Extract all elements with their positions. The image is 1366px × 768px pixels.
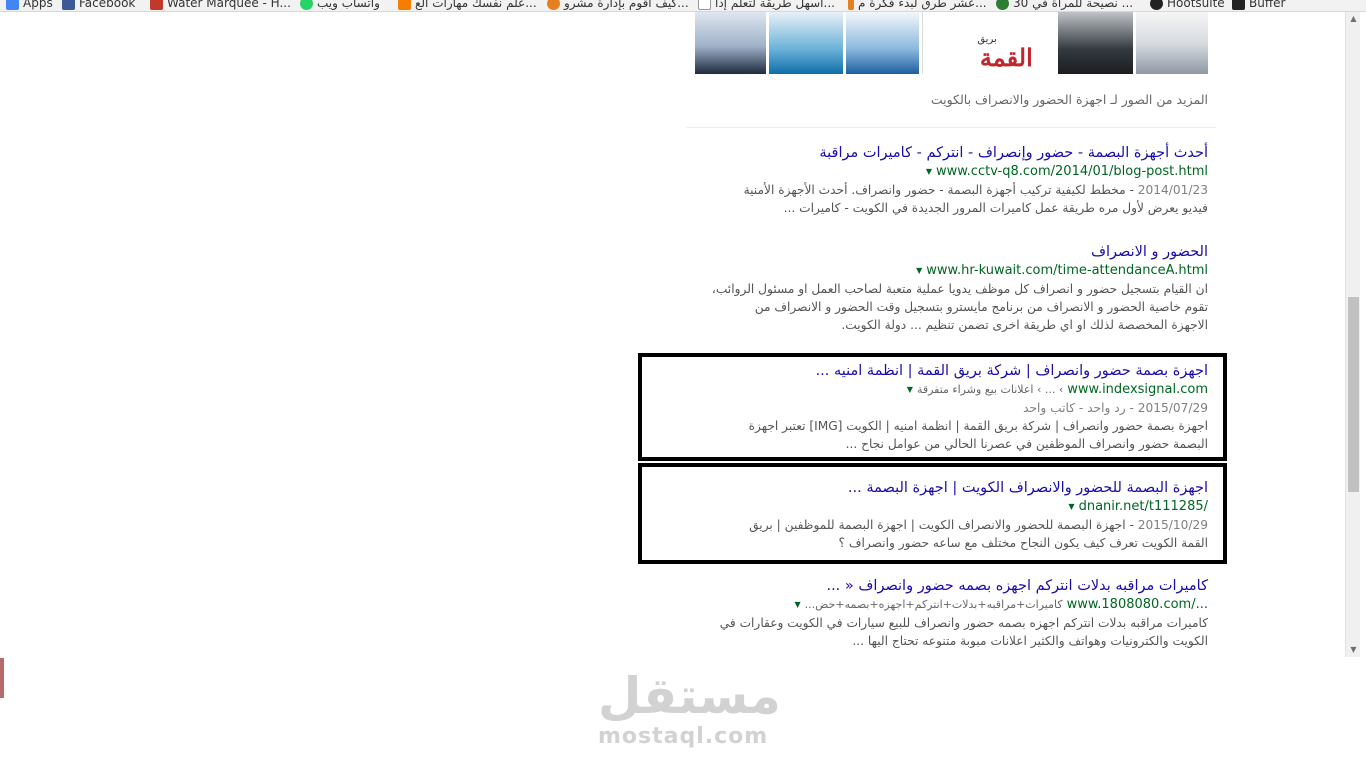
search-result: أحدث أجهزة البصمة - حضور وإنصراف - انترك… (640, 143, 1208, 217)
snippet-line: - اجهزة البصمة للحضور والانصراف الكويت |… (749, 518, 1138, 532)
result-url: www.1808080.com/... كاميرات+مراقبه+بدلات… (640, 596, 1208, 614)
caret-down-icon[interactable]: ▼ (916, 262, 922, 280)
result-snippet: ان القيام بتسجيل حضور و انصراف كل موظف ي… (640, 280, 1208, 334)
result-snippet: كاميرات مراقبه بدلات انتركم اجهزه بصمه ح… (640, 614, 1208, 650)
bookmark-easiest-way[interactable]: أسهل طريقة لتعلم إدا... (698, 0, 835, 11)
caret-down-icon[interactable]: ▼ (1068, 498, 1074, 516)
bookmark-label: عشر طرق لبدء فكرة م... (858, 0, 987, 10)
result-url-text[interactable]: www.hr-kuwait.com/time-attendanceA.html (926, 262, 1208, 280)
result-title-link[interactable]: أحدث أجهزة البصمة - حضور وإنصراف - انترك… (640, 143, 1208, 163)
buffer-icon (1232, 0, 1245, 10)
facebook-icon (62, 0, 75, 10)
result-title-link[interactable]: كاميرات مراقبه بدلات انتركم اجهزه بصمه ح… (640, 576, 1208, 596)
bookmark-facebook[interactable]: Facebook (62, 0, 135, 11)
network-icon (547, 0, 560, 10)
result-date: 2015/10/29 (1137, 518, 1208, 532)
result-url-text[interactable]: dnanir.net/t111285/ (1079, 498, 1208, 516)
search-result: اجهزة بصمة حضور وانصراف | شركة بريق القم… (640, 361, 1208, 453)
result-url-text[interactable]: www.1808080.com/... (1067, 596, 1208, 614)
bookmark-label: 30 نصيحة للمرأة في ... (1013, 0, 1134, 10)
bookmark-project-management[interactable]: كيف اقوم بإدارة مشرو... (547, 0, 689, 11)
whatsapp-icon (300, 0, 313, 10)
result-title-link[interactable]: اجهزة البصمة للحضور والانصراف الكويت | ا… (640, 478, 1208, 498)
left-edge-marker (0, 658, 4, 698)
vertical-scrollbar[interactable]: ▲ ▼ (1345, 12, 1360, 657)
bookmark-buffer[interactable]: Buffer (1232, 0, 1285, 11)
bookmark-label: كيف اقوم بإدارة مشرو... (564, 0, 689, 10)
water-marquee-icon (150, 0, 163, 10)
bookmark-label: علم نفسك مهارات الع... (415, 0, 537, 10)
bookmark-ten-ways[interactable]: عشر طرق لبدء فكرة م... (848, 0, 987, 11)
scroll-down-arrow-icon[interactable]: ▼ (1346, 643, 1361, 657)
snippet-line: الاجهزة المخصصة لذلك او اي طريقة اخرى تض… (841, 318, 1208, 332)
result-snippet: 2014/01/23 - مخطط لكيفية تركيب أجهزة الب… (640, 181, 1208, 217)
bookmark-apps[interactable]: Apps (6, 0, 53, 11)
caret-down-icon[interactable]: ▼ (907, 381, 913, 399)
bookmark-label: Buffer (1249, 0, 1286, 10)
snippet-line: فيديو يعرض لأول مره طريقة عمل كاميرات ال… (783, 201, 1208, 215)
result-url-text[interactable]: www.cctv-q8.com/2014/01/blog-post.html (936, 163, 1208, 181)
bookmark-whatsapp[interactable]: واتساب ويب (300, 0, 380, 11)
blogger-icon (398, 0, 411, 10)
image-thumbnail[interactable] (769, 12, 844, 74)
snippet-line: ان القيام بتسجيل حضور و انصراف كل موظف ي… (711, 282, 1208, 296)
snippet-line: - مخطط لكيفية تركيب أجهزة البصمة - حضور … (743, 183, 1138, 197)
hootsuite-icon (1150, 0, 1163, 10)
result-url: www.indexsignal.com › ... › اعلانات بيع … (640, 381, 1208, 399)
bookmark-water-marquee[interactable]: Water Marquee - H... (150, 0, 291, 11)
result-meta: 2015/07/29 - رد واحد - كاتب واحد (1023, 401, 1208, 415)
result-breadcrumb: كاميرات+مراقبه+بدلات+انتركم+اجهزه+بصمه+ح… (804, 598, 1063, 611)
image-results-strip: بريق القمة (695, 12, 1208, 74)
result-breadcrumb: › ... › اعلانات بيع وشراء متفرقة (916, 383, 1064, 396)
search-result: الحضور و الانصراف www.hr-kuwait.com/time… (640, 242, 1208, 334)
pen-icon (848, 0, 854, 10)
more-images-link[interactable]: المزيد من الصور لـ اجهزة الحضور والانصرا… (931, 92, 1208, 107)
image-thumbnail[interactable] (695, 12, 767, 74)
result-url: www.hr-kuwait.com/time-attendanceA.html … (640, 262, 1208, 280)
bookmark-blogger[interactable]: علم نفسك مهارات الع... (398, 0, 537, 11)
snippet-line: تقوم خاصية الحضور و الانصراف من برنامج م… (754, 300, 1208, 314)
snippet-line: البصمة حضور وانصراف الموظفين في عصرنا ال… (845, 437, 1208, 451)
result-title-link[interactable]: الحضور و الانصراف (640, 242, 1208, 262)
caret-down-icon[interactable]: ▼ (926, 163, 932, 181)
search-result: اجهزة البصمة للحضور والانصراف الكويت | ا… (640, 478, 1208, 552)
globe-icon (996, 0, 1009, 10)
search-result: كاميرات مراقبه بدلات انتركم اجهزه بصمه ح… (640, 576, 1208, 650)
snippet-line: الكويت والكترونيات وهواتف والكثير اعلانا… (852, 634, 1208, 648)
scroll-up-arrow-icon[interactable]: ▲ (1346, 12, 1361, 26)
watermark: مستقل mostaql.com (598, 667, 781, 750)
image-thumbnail[interactable] (1135, 12, 1208, 74)
section-divider (687, 127, 1216, 128)
image-thumbnail[interactable] (1057, 12, 1133, 74)
scrollbar-thumb[interactable] (1348, 297, 1359, 492)
result-url: www.cctv-q8.com/2014/01/blog-post.html ▼ (640, 163, 1208, 181)
watermark-arabic: مستقل (598, 667, 781, 725)
bookmark-label: Apps (23, 0, 53, 10)
snippet-line: القمة الكويت تعرف كيف يكون النجاح مختلف … (838, 536, 1208, 550)
bookmarks-bar: Apps Facebook Water Marquee - H... واتسا… (0, 0, 1366, 12)
result-url: dnanir.net/t111285/ ▼ (640, 498, 1208, 516)
watermark-latin: mostaql.com (598, 724, 769, 749)
result-title-link[interactable]: اجهزة بصمة حضور وانصراف | شركة بريق القم… (640, 361, 1208, 381)
bookmark-label: أسهل طريقة لتعلم إدا... (715, 0, 835, 10)
snippet-line: اجهزة بصمة حضور وانصراف | شركة بريق القم… (748, 419, 1208, 433)
image-thumbnail-brand[interactable]: بريق القمة (922, 12, 1055, 74)
result-snippet: 2015/10/29 - اجهزة البصمة للحضور والانصر… (640, 516, 1208, 552)
result-url-text[interactable]: www.indexsignal.com (1067, 381, 1208, 399)
bookmark-label: Hootsuite (1167, 0, 1225, 10)
image-thumbnail[interactable] (846, 12, 920, 74)
bookmark-label: Facebook (79, 0, 136, 10)
bookmark-label: واتساب ويب (317, 0, 380, 10)
caret-down-icon[interactable]: ▼ (794, 596, 800, 614)
result-date: 2014/01/23 (1137, 183, 1208, 197)
result-snippet: 2015/07/29 - رد واحد - كاتب واحد اجهزة ب… (640, 399, 1208, 453)
page-icon (698, 0, 711, 10)
snippet-line: كاميرات مراقبه بدلات انتركم اجهزه بصمه ح… (719, 616, 1208, 630)
bookmark-30-tips[interactable]: 30 نصيحة للمرأة في ... (996, 0, 1133, 11)
bookmark-label: Water Marquee - H... (167, 0, 291, 10)
bookmark-hootsuite[interactable]: Hootsuite (1150, 0, 1225, 11)
brand-logo-text: القمة (979, 43, 1033, 72)
apps-grid-icon (6, 0, 19, 10)
